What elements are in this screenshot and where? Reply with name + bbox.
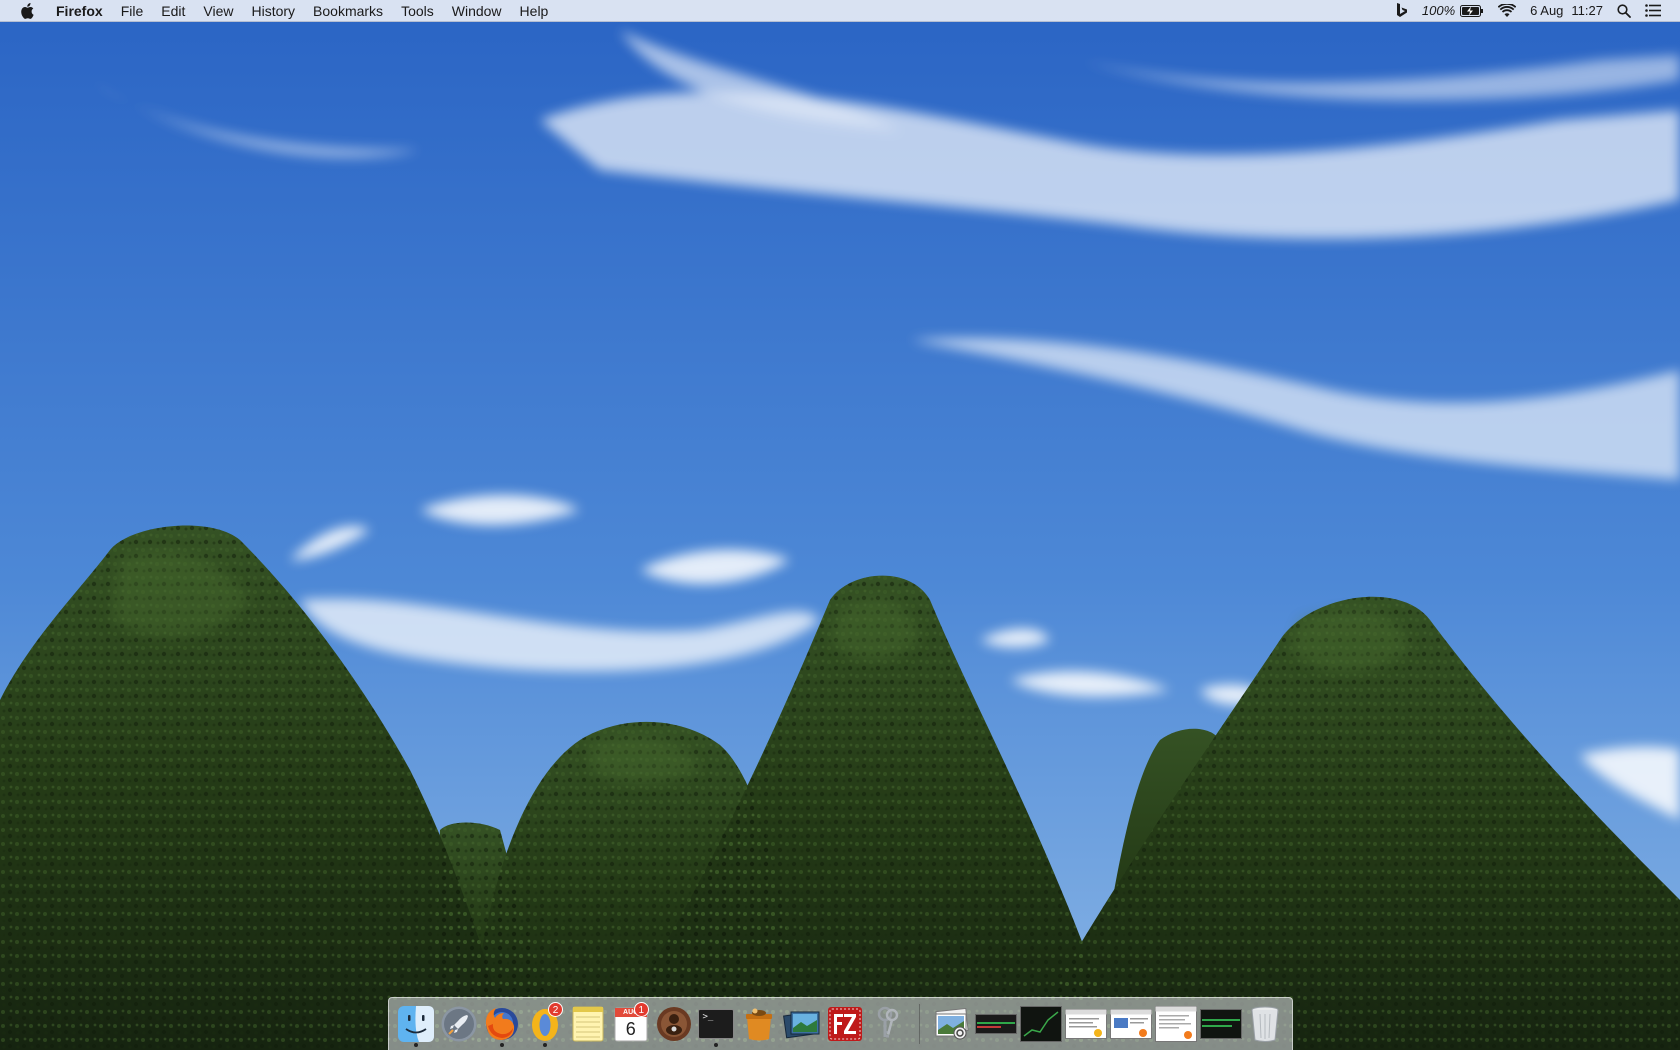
dock-opera[interactable]: 2 xyxy=(525,1001,565,1047)
photos-stack-icon xyxy=(933,1006,971,1042)
battery-charging-icon xyxy=(1460,4,1484,17)
spotlight-search-icon[interactable] xyxy=(1610,0,1638,22)
clock-date: 6 Aug xyxy=(1530,3,1564,18)
webcam-icon xyxy=(655,1005,693,1043)
dock-separator xyxy=(919,1004,921,1044)
filezilla-icon xyxy=(826,1005,864,1043)
rocket-icon xyxy=(440,1005,478,1043)
dock-launchpad[interactable] xyxy=(439,1001,479,1047)
running-indicator xyxy=(414,1043,419,1047)
finder-icon xyxy=(397,1005,435,1043)
menu-tools[interactable]: Tools xyxy=(392,0,443,22)
menu-window[interactable]: Window xyxy=(443,0,511,22)
running-indicator xyxy=(714,1043,719,1047)
window-thumb-icon xyxy=(1064,1009,1107,1039)
dock-firefox[interactable] xyxy=(482,1001,522,1047)
calendar-day: 6 xyxy=(625,1019,636,1039)
dock-notes[interactable] xyxy=(568,1001,608,1047)
dock-trash[interactable] xyxy=(1245,1001,1285,1047)
pot-icon xyxy=(741,1005,777,1043)
dock-keychain[interactable] xyxy=(868,1001,908,1047)
menu-bar-left: Firefox File Edit View History Bookmarks… xyxy=(0,0,557,22)
window-thumb-icon xyxy=(1109,1009,1152,1039)
dock-pot-app[interactable] xyxy=(739,1001,779,1047)
dock-terminal[interactable]: >_ xyxy=(697,1001,737,1047)
firefox-icon xyxy=(482,1004,522,1044)
dock-webcam-app[interactable] xyxy=(654,1001,694,1047)
wifi-icon[interactable] xyxy=(1491,0,1523,22)
dock-minimized-window-1[interactable] xyxy=(974,1001,1017,1047)
menu-view[interactable]: View xyxy=(194,0,242,22)
menu-bookmarks[interactable]: Bookmarks xyxy=(304,0,392,22)
window-thumb-icon xyxy=(1019,1006,1062,1042)
menu-history[interactable]: History xyxy=(242,0,304,22)
dock-minimized-window-2[interactable] xyxy=(1019,1001,1062,1047)
clock-time: 11:27 xyxy=(1571,3,1603,18)
notification-badge: 1 xyxy=(633,1002,649,1017)
dock-calendar[interactable]: AUG 6 1 xyxy=(611,1001,651,1047)
terminal-icon: >_ xyxy=(698,1009,735,1039)
window-thumb-icon xyxy=(974,1014,1017,1034)
trash-icon xyxy=(1249,1005,1281,1043)
running-indicator xyxy=(543,1043,548,1047)
battery-percent: 100% xyxy=(1421,3,1456,18)
battery-status[interactable]: 100% xyxy=(1415,0,1491,22)
menu-file[interactable]: File xyxy=(112,0,153,22)
notification-badge: 2 xyxy=(548,1002,564,1017)
menu-bar-status: 100% 6 Aug 11:27 xyxy=(1389,0,1680,22)
window-thumb-icon xyxy=(1199,1009,1242,1039)
bing-icon[interactable] xyxy=(1389,0,1415,22)
menu-app-firefox[interactable]: Firefox xyxy=(52,0,112,22)
dock-minimized-window-5[interactable] xyxy=(1154,1001,1197,1047)
dock-photos-stack[interactable] xyxy=(932,1001,972,1047)
window-thumb-icon xyxy=(1154,1006,1197,1042)
dock-filezilla[interactable] xyxy=(825,1001,865,1047)
notes-icon xyxy=(570,1005,606,1043)
screens-icon xyxy=(783,1006,821,1042)
dock-minimized-window-4[interactable] xyxy=(1109,1001,1152,1047)
dock-finder[interactable] xyxy=(397,1001,437,1047)
menu-edit[interactable]: Edit xyxy=(152,0,194,22)
clock[interactable]: 6 Aug 11:27 xyxy=(1523,0,1610,22)
dock-minimized-window-6[interactable] xyxy=(1199,1001,1242,1047)
terminal-prompt: >_ xyxy=(702,1012,714,1022)
menu-bar: Firefox File Edit View History Bookmarks… xyxy=(0,0,1680,22)
notification-center-icon[interactable] xyxy=(1638,0,1668,22)
apple-menu-icon[interactable] xyxy=(18,0,36,22)
desktop-wallpaper xyxy=(0,0,1680,1050)
menu-help[interactable]: Help xyxy=(511,0,558,22)
dock-preview[interactable] xyxy=(782,1001,822,1047)
running-indicator xyxy=(500,1043,505,1047)
dock: 2 AUG 6 1 >_ xyxy=(388,997,1293,1050)
dock-minimized-window-3[interactable] xyxy=(1064,1001,1107,1047)
keys-icon xyxy=(871,1005,905,1043)
